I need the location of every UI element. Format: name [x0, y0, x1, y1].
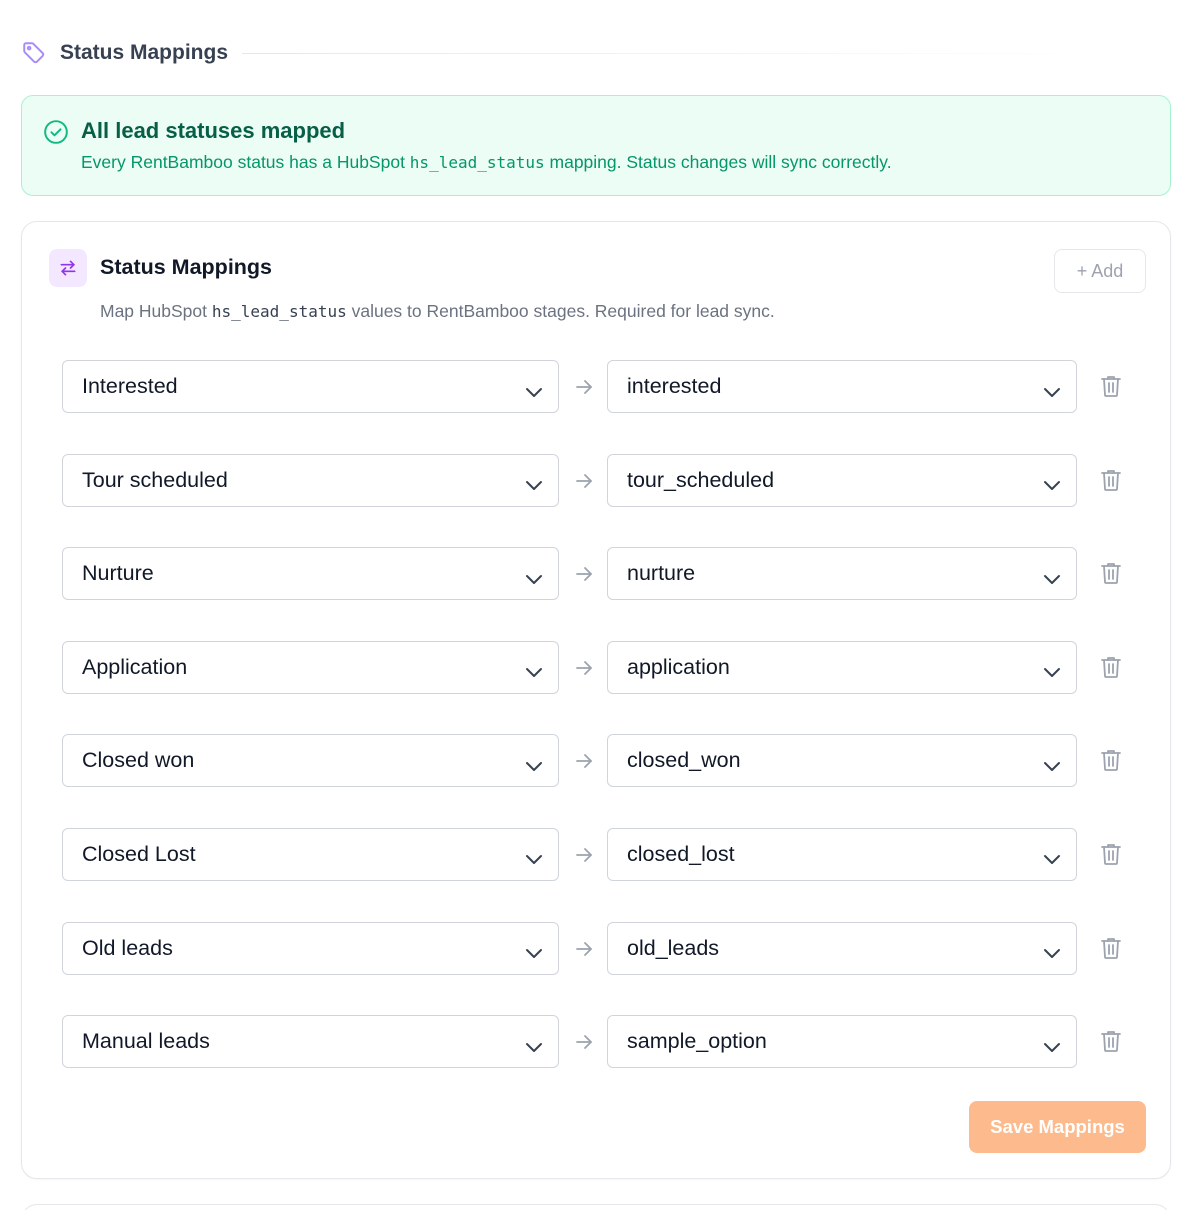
rentbamboo-stage-value: closed_lost	[627, 841, 735, 866]
hubspot-status-value: Closed Lost	[82, 841, 196, 866]
save-mappings-button[interactable]: Save Mappings	[969, 1101, 1146, 1153]
swap-arrows-icon	[49, 249, 87, 287]
trash-icon[interactable]	[1100, 748, 1122, 772]
arrow-right-icon	[574, 377, 594, 397]
mapping-row: Interested interested	[62, 360, 1142, 413]
mapping-row: Tour scheduled tour_scheduled	[62, 453, 1142, 507]
mapping-row: Application application	[62, 640, 1142, 694]
hubspot-status-select[interactable]: Interested	[62, 360, 559, 413]
hubspot-status-value: Nurture	[82, 561, 154, 586]
trash-icon[interactable]	[1100, 1029, 1122, 1053]
trash-icon[interactable]	[1100, 561, 1122, 585]
chevron-down-icon	[524, 380, 544, 397]
check-circle-icon	[43, 119, 69, 145]
hubspot-status-value: Closed won	[82, 748, 195, 773]
mapping-row: Nurture nurture	[62, 547, 1142, 601]
banner-text-before: Every RentBamboo status has a HubSpot	[81, 152, 410, 172]
rentbamboo-stage-select[interactable]: sample_option	[607, 1015, 1077, 1069]
hubspot-status-select[interactable]: Closed won	[62, 734, 559, 788]
chevron-down-icon	[524, 941, 544, 959]
chevron-down-icon	[524, 660, 544, 678]
status-mappings-card: Status Mappings + Add Map HubSpot hs_lea…	[21, 221, 1171, 1179]
hubspot-status-value: Application	[82, 654, 188, 679]
rentbamboo-stage-value: nurture	[627, 561, 696, 586]
hubspot-status-value: Old leads	[82, 935, 173, 960]
banner-text: Every RentBamboo status has a HubSpot hs…	[81, 152, 892, 173]
rentbamboo-stage-select[interactable]: nurture	[607, 547, 1077, 601]
card-desc-after: values to RentBamboo stages. Required fo…	[346, 301, 775, 321]
mapping-row: Closed Lost closed_lost	[62, 827, 1142, 881]
card-title: Status Mappings	[100, 255, 273, 279]
rentbamboo-stage-value: interested	[627, 374, 722, 398]
add-mapping-button[interactable]: + Add	[1054, 249, 1146, 293]
chevron-down-icon	[524, 847, 544, 865]
card-desc-before: Map HubSpot	[100, 301, 212, 321]
card-description: Map HubSpot hs_lead_status values to Ren…	[100, 301, 775, 322]
arrow-right-icon	[574, 471, 594, 491]
success-banner: All lead statuses mapped Every RentBambo…	[21, 95, 1171, 196]
card-desc-code: hs_lead_status	[211, 302, 347, 321]
mapping-row: Old leads old_leads	[62, 921, 1142, 975]
trash-icon[interactable]	[1100, 374, 1122, 398]
trash-icon[interactable]	[1100, 936, 1122, 960]
rentbamboo-stage-value: sample_option	[627, 1029, 767, 1054]
chevron-down-icon	[1042, 941, 1062, 959]
chevron-down-icon	[1042, 567, 1062, 584]
rentbamboo-stage-value: tour_scheduled	[627, 467, 775, 492]
banner-title: All lead statuses mapped	[81, 118, 346, 143]
rentbamboo-stage-select[interactable]: tour_scheduled	[607, 453, 1077, 507]
trash-icon[interactable]	[1100, 468, 1122, 492]
rentbamboo-stage-select[interactable]: closed_won	[607, 734, 1077, 788]
tag-icon	[21, 40, 47, 66]
rentbamboo-stage-value: old_leads	[627, 935, 720, 960]
hubspot-status-value: Tour scheduled	[82, 467, 228, 492]
chevron-down-icon	[1042, 847, 1062, 865]
mapping-row: Closed won closed_won	[62, 734, 1142, 788]
arrow-right-icon	[574, 939, 594, 959]
chevron-down-icon	[1042, 754, 1062, 771]
rentbamboo-stage-select[interactable]: interested	[607, 360, 1077, 413]
hubspot-status-value: Manual leads	[82, 1029, 210, 1054]
rentbamboo-stage-select[interactable]: closed_lost	[607, 827, 1077, 881]
section-header: Status Mappings	[21, 38, 1171, 68]
hubspot-status-select[interactable]: Old leads	[62, 921, 559, 975]
hubspot-status-select[interactable]: Nurture	[62, 547, 559, 601]
next-card	[21, 1204, 1171, 1210]
banner-code: hs_lead_status	[409, 153, 545, 172]
section-divider	[242, 52, 1111, 54]
rentbamboo-stage-select[interactable]: application	[607, 640, 1077, 694]
arrow-right-icon	[574, 1032, 594, 1052]
chevron-down-icon	[1042, 473, 1062, 491]
chevron-down-icon	[1042, 1035, 1062, 1052]
mapping-rows: Interested interested Tour scheduled tour_s…	[62, 360, 1142, 1109]
rentbamboo-stage-select[interactable]: old_leads	[607, 921, 1077, 975]
arrow-right-icon	[574, 751, 594, 771]
chevron-down-icon	[524, 754, 544, 771]
section-title: Status Mappings	[60, 41, 229, 64]
arrow-right-icon	[574, 845, 594, 865]
chevron-down-icon	[524, 567, 544, 584]
trash-icon[interactable]	[1100, 655, 1122, 679]
page: Status Mappings All lead statuses mapped…	[0, 0, 1188, 1210]
mapping-row: Manual leads sample_option	[62, 1015, 1142, 1069]
trash-icon[interactable]	[1100, 842, 1122, 866]
chevron-down-icon	[1042, 380, 1062, 397]
hubspot-status-select[interactable]: Tour scheduled	[62, 453, 559, 507]
hubspot-status-select[interactable]: Closed Lost	[62, 827, 559, 881]
hubspot-status-select[interactable]: Manual leads	[62, 1015, 559, 1069]
chevron-down-icon	[524, 473, 544, 491]
hubspot-status-value: Interested	[82, 374, 178, 398]
arrow-right-icon	[574, 564, 594, 584]
rentbamboo-stage-value: closed_won	[627, 748, 741, 773]
rentbamboo-stage-value: application	[627, 654, 730, 679]
hubspot-status-select[interactable]: Application	[62, 640, 559, 694]
chevron-down-icon	[1042, 660, 1062, 678]
chevron-down-icon	[524, 1035, 544, 1052]
arrow-right-icon	[574, 658, 594, 678]
banner-text-after: mapping. Status changes will sync correc…	[544, 152, 892, 172]
